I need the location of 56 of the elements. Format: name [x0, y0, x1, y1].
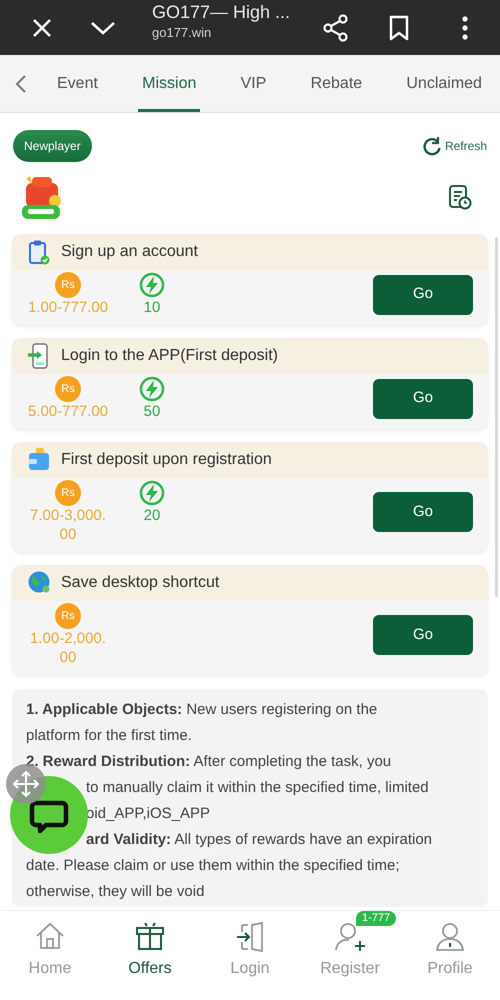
refresh-button[interactable]: Refresh: [422, 136, 487, 156]
back-icon[interactable]: [15, 74, 27, 94]
clipboard-icon: [27, 239, 51, 265]
points-value: 10: [144, 298, 160, 317]
tab[interactable]: Event: [53, 55, 102, 112]
history-icon[interactable]: [448, 184, 472, 210]
currency-coin: Rs: [55, 272, 81, 298]
refresh-icon: [422, 136, 442, 156]
task-title: Save desktop shortcut: [61, 573, 220, 593]
rule-text: date. Please claim or use them within the specified time;: [26, 856, 400, 876]
gift-icon: [134, 921, 166, 953]
tab[interactable]: VIP: [236, 55, 270, 112]
lightning-icon: [139, 376, 165, 402]
wallet-icon: [27, 447, 51, 473]
task-title: First deposit upon registration: [61, 450, 272, 470]
door-icon: [234, 921, 266, 953]
page-title: GO177— High ...: [152, 0, 292, 22]
reward-range: 5.00-777.00: [27, 402, 109, 421]
currency-coin: Rs: [55, 480, 81, 506]
tab[interactable]: Unclaimed: [402, 55, 486, 112]
phone-login-icon: [27, 343, 51, 369]
currency-coin: Rs: [55, 376, 81, 402]
lightning-icon: [139, 480, 165, 506]
add-user-icon: [334, 921, 366, 953]
scrollbar[interactable]: [495, 237, 498, 597]
rule-text: 2. Reward Distribution: After completing the task, you: [26, 752, 392, 772]
reward-range: 1.00-2,000.00: [29, 629, 107, 667]
lightning-icon: [139, 272, 165, 298]
currency-coin: Rs: [55, 603, 81, 629]
count-badge: 1-777: [356, 911, 396, 926]
rule-text: platform for the first time.: [26, 726, 192, 746]
share-icon[interactable]: [323, 14, 349, 42]
tab[interactable]: Mission: [138, 55, 200, 112]
tab[interactable]: Rebate: [306, 55, 366, 112]
rule-text: to manually claim it within the specified time, limited: [86, 778, 429, 798]
more-icon[interactable]: [462, 16, 468, 40]
go-button[interactable]: Go: [373, 492, 473, 532]
rule-text: 1. Applicable Objects: New users registering on the: [26, 700, 378, 720]
task-title: Login to the APP(First deposit): [61, 346, 278, 366]
go-button[interactable]: Go: [373, 378, 473, 418]
go-button[interactable]: Go: [373, 274, 473, 314]
bookmark-icon[interactable]: [389, 14, 409, 40]
reward-range: 7.00-3,000.00: [29, 506, 107, 544]
page-url: go177.win: [152, 24, 212, 40]
reward-range: 1.00-777.00: [27, 298, 109, 317]
user-icon: [434, 921, 466, 953]
go-button[interactable]: Go: [373, 615, 473, 655]
rule-text: ard Validity: All types of rewards have an expiration: [86, 830, 432, 850]
points-value: 50: [144, 402, 160, 421]
points-value: 20: [144, 506, 160, 525]
rule-text: otherwise, they will be void: [26, 882, 204, 902]
task-title: Sign up an account: [61, 242, 198, 262]
nav-tab[interactable]: Offers: [100, 911, 200, 1000]
chat-button-icon[interactable]: [10, 776, 88, 854]
category-button[interactable]: Newplayer: [13, 130, 92, 162]
chevron-down-icon[interactable]: [90, 20, 116, 36]
